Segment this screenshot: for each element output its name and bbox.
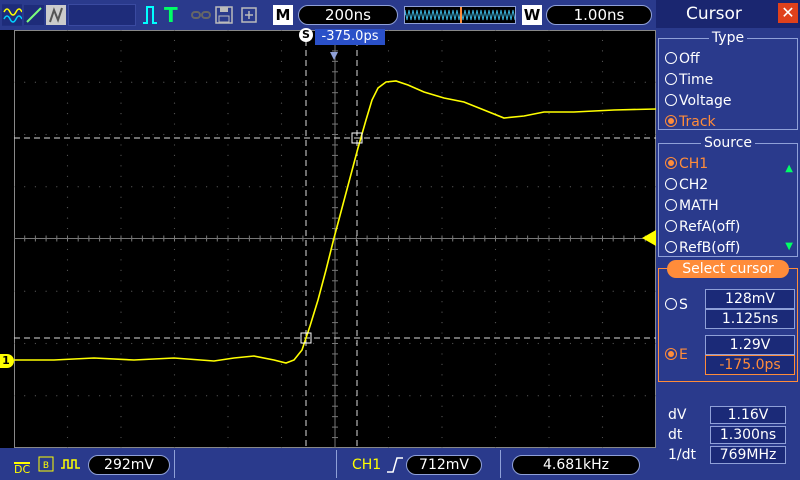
- cursor-e-option[interactable]: E: [665, 345, 688, 365]
- waveform-icon[interactable]: [2, 4, 23, 26]
- radio-selected-icon: [665, 115, 677, 127]
- type-option-off[interactable]: Off: [665, 49, 700, 69]
- scroll-up-icon[interactable]: ▲: [785, 164, 793, 174]
- source-group-title: Source: [700, 135, 756, 151]
- trigger-t-icon: T: [164, 3, 178, 27]
- select-cursor-group: Select cursor S 128mV 1.125ns E 1.29V -1…: [658, 260, 798, 382]
- cursor-e-time: -175.0ps: [705, 355, 795, 375]
- source-group: Source CH1 CH2 MATH RefA(off) RefB(off) …: [658, 135, 798, 258]
- mode-badge: M: [273, 5, 293, 25]
- radio-selected-icon: [665, 157, 677, 169]
- cursor-s-time: 1.125ns: [705, 309, 795, 329]
- bandwidth-limit-icon: B: [38, 456, 54, 472]
- bottom-status-bar: DC B 292mV CH1 712mV 4.681kHz: [0, 448, 656, 480]
- select-cursor-title[interactable]: Select cursor: [667, 260, 789, 278]
- save-icon[interactable]: [214, 4, 234, 26]
- left-margin: [0, 30, 14, 448]
- type-option-time[interactable]: Time: [665, 70, 713, 90]
- cursor-s-voltage: 128mV: [705, 289, 795, 309]
- cursor-s-option[interactable]: S: [665, 295, 688, 315]
- dt-value: 1.300ns: [710, 426, 786, 444]
- radio-icon: [665, 220, 677, 232]
- source-option-refa[interactable]: RefA(off): [665, 217, 740, 237]
- trigger-delay-readout: -375.0ps: [315, 29, 385, 45]
- status-box: [68, 4, 136, 26]
- type-group: Type Off Time Voltage Track: [658, 30, 798, 132]
- dv-value: 1.16V: [710, 406, 786, 424]
- cursor-s-tag: S: [299, 28, 313, 42]
- radio-icon: [665, 178, 677, 190]
- rising-edge-icon: [386, 455, 404, 475]
- persistence-icon[interactable]: [46, 4, 66, 26]
- usb-icon: [238, 4, 260, 26]
- source-option-ch2[interactable]: CH2: [665, 175, 708, 195]
- radio-selected-icon: [665, 348, 677, 360]
- line-display-icon[interactable]: [24, 4, 44, 26]
- top-toolbar: T M 200ns W 1.00ns: [0, 0, 656, 30]
- cursor-e-voltage: 1.29V: [705, 335, 795, 355]
- radio-icon: [665, 241, 677, 253]
- memory-position-bar[interactable]: [404, 6, 516, 24]
- dv-label: dV: [668, 407, 687, 423]
- type-group-title: Type: [708, 30, 748, 46]
- window-badge: W: [522, 5, 542, 25]
- source-option-math[interactable]: MATH: [665, 196, 719, 216]
- frequency-counter-display: 4.681kHz: [512, 455, 640, 475]
- svg-text:B: B: [43, 461, 49, 471]
- inv-dt-label: 1/dt: [668, 447, 696, 463]
- radio-icon: [665, 94, 677, 106]
- source-option-refb[interactable]: RefB(off): [665, 238, 740, 258]
- dt-label: dt: [668, 427, 683, 443]
- inv-dt-value: 769MHz: [710, 446, 786, 464]
- window-timebase-display[interactable]: 1.00ns: [546, 5, 652, 25]
- type-option-voltage[interactable]: Voltage: [665, 91, 732, 111]
- ac-coupling-icon: [60, 456, 82, 472]
- ch1-ground-marker[interactable]: 1: [0, 354, 14, 368]
- pulse-icon: [142, 4, 158, 26]
- trigger-source-label: CH1: [352, 457, 382, 473]
- type-option-track[interactable]: Track: [665, 112, 716, 132]
- radio-icon: [665, 199, 677, 211]
- waveform-display[interactable]: [14, 30, 656, 448]
- close-icon[interactable]: ✕: [778, 3, 798, 23]
- source-option-ch1[interactable]: CH1: [665, 154, 708, 174]
- coupling-indicator: DC: [14, 462, 31, 476]
- trigger-level-display[interactable]: 712mV: [406, 455, 482, 475]
- ch1-scale-display[interactable]: 292mV: [88, 455, 170, 475]
- link-icon: [190, 4, 212, 26]
- radio-icon: [665, 73, 677, 85]
- radio-icon: [665, 52, 677, 64]
- panel-title: Cursor: [686, 4, 742, 24]
- timebase-display[interactable]: 200ns: [298, 5, 398, 25]
- radio-icon: [665, 298, 677, 310]
- scroll-down-icon[interactable]: ▼: [785, 242, 793, 252]
